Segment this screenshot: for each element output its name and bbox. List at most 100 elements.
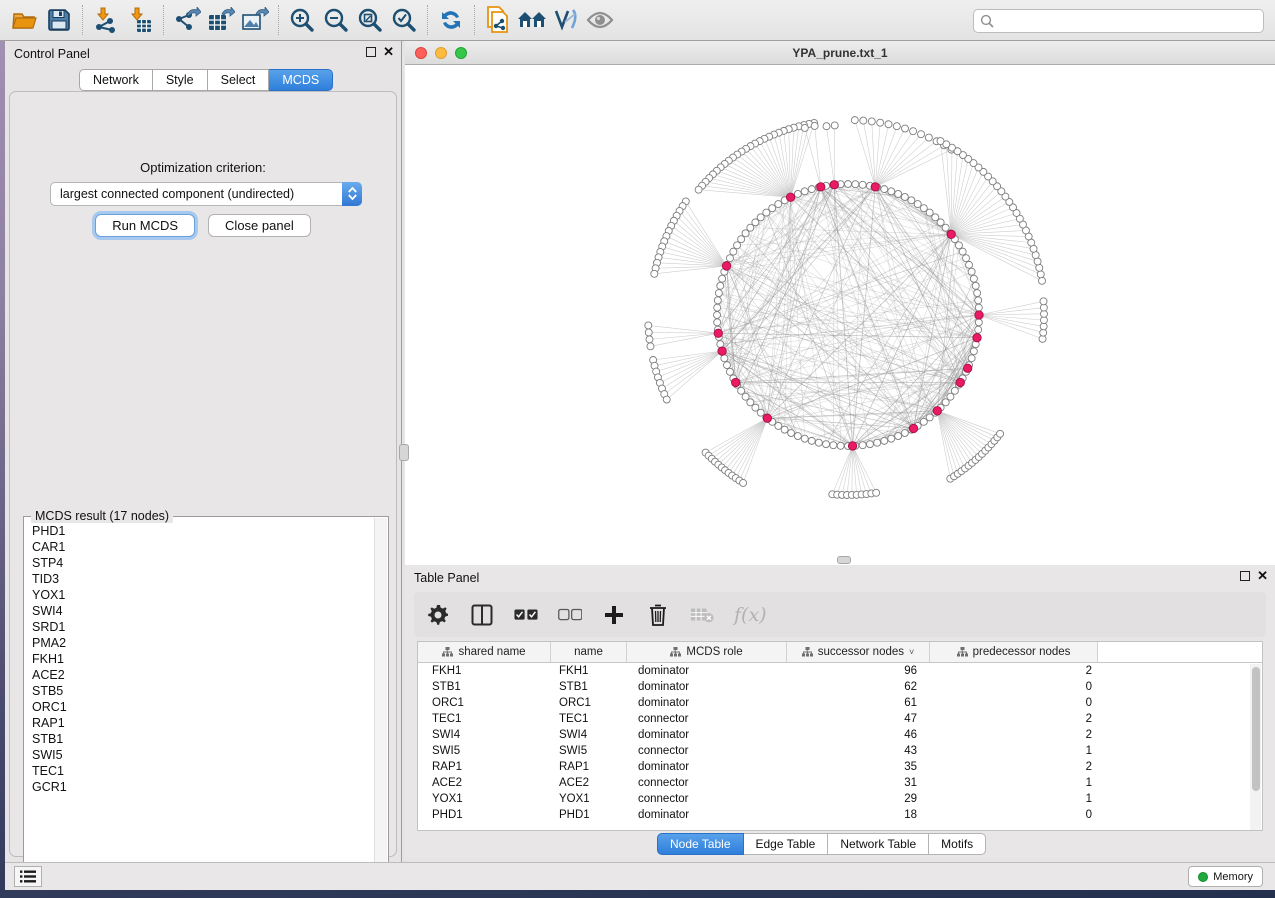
memory-button[interactable]: Memory	[1188, 866, 1263, 887]
ring-node[interactable]	[726, 368, 733, 375]
clone-network-button[interactable]	[481, 3, 515, 37]
leaf-node[interactable]	[860, 117, 867, 124]
table-row[interactable]: PHD1PHD1dominator180	[418, 807, 1262, 823]
ring-node[interactable]	[895, 190, 902, 197]
leaf-node[interactable]	[647, 343, 654, 350]
ring-node[interactable]	[955, 242, 962, 249]
ring-node[interactable]	[974, 290, 981, 297]
float-panel-icon[interactable]	[1240, 571, 1250, 581]
mcds-hub-node[interactable]	[956, 378, 964, 386]
ring-node[interactable]	[959, 248, 966, 255]
mcds-hub-node[interactable]	[722, 262, 730, 270]
leaf-node[interactable]	[823, 123, 830, 130]
ring-node[interactable]	[963, 255, 970, 262]
column-header-name[interactable]: name	[551, 642, 627, 662]
ring-node[interactable]	[881, 186, 888, 193]
mcds-hub-node[interactable]	[848, 442, 856, 450]
ring-node[interactable]	[714, 312, 721, 319]
leaf-node[interactable]	[997, 430, 1004, 437]
import-table-button[interactable]	[123, 3, 157, 37]
ring-node[interactable]	[874, 439, 881, 446]
leaf-node[interactable]	[918, 131, 925, 138]
optimization-criterion-select[interactable]: largest connected component (undirected)	[50, 182, 362, 206]
ring-node[interactable]	[901, 193, 908, 200]
leaf-node[interactable]	[1040, 298, 1047, 305]
ring-node[interactable]	[968, 355, 975, 362]
leaf-node[interactable]	[937, 138, 944, 145]
tab-select[interactable]: Select	[208, 69, 270, 91]
mcds-result-item[interactable]: GCR1	[25, 779, 375, 795]
mcds-result-item[interactable]: CAR1	[25, 539, 375, 555]
network-overview-button[interactable]	[515, 3, 549, 37]
mcds-result-item[interactable]: SWI5	[25, 747, 375, 763]
leaf-node[interactable]	[910, 128, 917, 135]
ring-node[interactable]	[815, 439, 822, 446]
ring-node[interactable]	[721, 355, 728, 362]
table-row[interactable]: TEC1TEC1connector472	[418, 711, 1262, 727]
ring-node[interactable]	[775, 201, 782, 208]
ring-node[interactable]	[895, 433, 902, 440]
mcds-result-item[interactable]: SWI4	[25, 603, 375, 619]
zoom-selected-button[interactable]	[387, 3, 421, 37]
leaf-node[interactable]	[645, 322, 652, 329]
column-header-MCDS-role[interactable]: MCDS role	[627, 642, 787, 662]
leaf-node[interactable]	[1037, 271, 1044, 278]
mcds-hub-node[interactable]	[973, 334, 981, 342]
tab-node-table[interactable]: Node Table	[657, 833, 744, 855]
deselect-all-button[interactable]	[558, 603, 582, 627]
mcds-hub-node[interactable]	[830, 181, 838, 189]
ring-node[interactable]	[717, 282, 724, 289]
zoom-in-button[interactable]	[285, 3, 319, 37]
leaf-node[interactable]	[801, 124, 808, 131]
ring-node[interactable]	[781, 426, 788, 433]
ring-node[interactable]	[888, 188, 895, 195]
birds-eye-button[interactable]	[583, 3, 617, 37]
leaf-node[interactable]	[851, 117, 858, 124]
column-header-successor-nodes[interactable]: successor nodes˅	[787, 642, 930, 662]
ring-node[interactable]	[837, 442, 844, 449]
export-network-button[interactable]	[170, 3, 204, 37]
mcds-result-item[interactable]: TID3	[25, 571, 375, 587]
ring-node[interactable]	[970, 275, 977, 282]
show-panels-button[interactable]	[14, 866, 42, 887]
mcds-hub-node[interactable]	[732, 378, 740, 386]
leaf-node[interactable]	[1036, 264, 1043, 271]
mcds-result-item[interactable]: RAP1	[25, 715, 375, 731]
ring-node[interactable]	[966, 261, 973, 268]
mcds-hub-node[interactable]	[817, 183, 825, 191]
ring-node[interactable]	[908, 197, 915, 204]
mcds-result-item[interactable]: YOX1	[25, 587, 375, 603]
close-panel-button[interactable]: Close panel	[208, 214, 311, 237]
ring-node[interactable]	[714, 297, 721, 304]
ring-node[interactable]	[888, 435, 895, 442]
network-canvas[interactable]	[405, 65, 1275, 565]
ring-node[interactable]	[723, 362, 730, 369]
zoom-out-button[interactable]	[319, 3, 353, 37]
ring-node[interactable]	[866, 441, 873, 448]
vizmapper-button[interactable]	[549, 3, 583, 37]
table-scrollbar[interactable]	[1250, 664, 1261, 830]
mcds-result-item[interactable]: ACE2	[25, 667, 375, 683]
float-panel-icon[interactable]	[366, 47, 376, 57]
ring-node[interactable]	[859, 442, 866, 449]
ring-node[interactable]	[901, 430, 908, 437]
mcds-result-item[interactable]: PMA2	[25, 635, 375, 651]
import-network-button[interactable]	[89, 3, 123, 37]
search-input[interactable]	[994, 14, 1263, 28]
table-settings-button[interactable]	[426, 603, 450, 627]
tab-style[interactable]: Style	[153, 69, 208, 91]
delete-table-button[interactable]	[690, 603, 714, 627]
mcds-hub-node[interactable]	[786, 193, 794, 201]
network-graph[interactable]	[405, 65, 1275, 565]
delete-column-button[interactable]	[646, 603, 670, 627]
ring-node[interactable]	[951, 387, 958, 394]
sort-descending-icon[interactable]: ˅	[909, 647, 914, 657]
export-table-button[interactable]	[204, 3, 238, 37]
ring-node[interactable]	[972, 282, 979, 289]
ring-node[interactable]	[808, 186, 815, 193]
ring-node[interactable]	[794, 190, 801, 197]
close-panel-icon[interactable]: ✕	[1257, 571, 1268, 581]
leaf-node[interactable]	[902, 125, 909, 132]
ring-node[interactable]	[714, 319, 721, 326]
table-row[interactable]: YOX1YOX1connector291	[418, 791, 1262, 807]
